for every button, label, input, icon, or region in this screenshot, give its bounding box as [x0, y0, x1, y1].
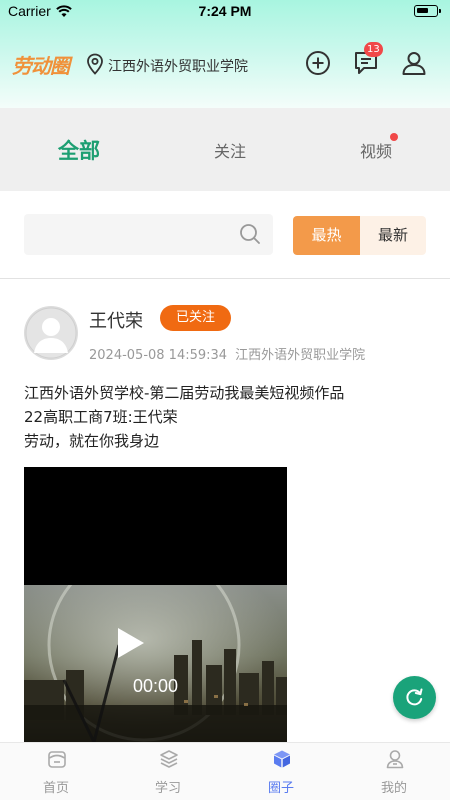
clock: 7:24 PM — [198, 3, 252, 19]
home-icon — [48, 751, 66, 768]
status-bar: Carrier 7:24 PM — [0, 0, 450, 24]
tab-following[interactable]: 关注 — [170, 138, 290, 162]
video-duration: 00:00 — [132, 676, 179, 696]
nav-study[interactable]: 学习 — [112, 743, 224, 800]
avatar[interactable] — [24, 306, 78, 360]
refresh-icon — [406, 688, 423, 706]
post-content-line: 江西外语外贸学校-第二届劳动我最美短视频作品 — [24, 384, 345, 402]
refresh-button[interactable] — [393, 676, 436, 719]
default-avatar-icon — [25, 307, 77, 359]
nav-home-label: 首页 — [42, 781, 69, 796]
section-divider — [0, 278, 450, 279]
layers-icon — [160, 750, 178, 768]
app-screen: Carrier 7:24 PM 劳动圈 江西外语外贸职业学院 13 全部 关注 … — [0, 0, 450, 800]
profile-icon — [386, 750, 404, 769]
nav-mine[interactable]: 我的 — [338, 743, 450, 800]
tab-video-new-dot — [390, 133, 398, 141]
battery-icon — [414, 5, 441, 17]
nav-circle-label: 圈子 — [267, 781, 294, 796]
nav-mine-label: 我的 — [380, 781, 407, 796]
location-pin-icon[interactable] — [86, 53, 104, 75]
post-school: 江西外语外贸职业学院 — [235, 348, 366, 363]
video-player[interactable] — [24, 467, 287, 742]
search-icon[interactable] — [238, 222, 262, 246]
sort-hot-button[interactable]: 最热 — [293, 216, 360, 255]
brand-logo: 劳动圈 — [12, 54, 70, 78]
post-content-line: 劳动，就在你我身边 — [24, 432, 160, 450]
nav-circle[interactable]: 圈子 — [225, 743, 337, 800]
user-icon[interactable] — [401, 50, 427, 76]
follow-status-button[interactable]: 已关注 — [160, 305, 231, 331]
cube-icon — [274, 750, 290, 768]
post-content-line: 22高职工商7班:王代荣 — [24, 408, 178, 426]
post-datetime: 2024-05-08 14:59:34 — [89, 348, 228, 363]
tab-all[interactable]: 全部 — [19, 135, 139, 165]
search-input[interactable] — [24, 214, 273, 255]
location-label[interactable]: 江西外语外贸职业学院 — [108, 56, 248, 76]
sort-latest-button[interactable]: 最新 — [360, 216, 426, 255]
tab-video[interactable]: 视频 — [316, 138, 436, 162]
feed-tabs: 全部 关注 视频 — [0, 108, 450, 191]
nav-home[interactable]: 首页 — [0, 743, 112, 800]
post-meta: 2024-05-08 14:59:34 江西外语外贸职业学院 — [89, 344, 365, 363]
author-name[interactable]: 王代荣 — [89, 307, 143, 333]
message-count-badge: 13 — [364, 42, 383, 57]
bottom-nav: 首页 学习 圈子 我的 — [0, 742, 450, 800]
nav-study-label: 学习 — [154, 781, 181, 796]
play-icon[interactable] — [118, 628, 144, 658]
post-content[interactable]: 江西外语外贸学校-第二届劳动我最美短视频作品 22高职工商7班:王代荣 劳动，就… — [24, 381, 424, 453]
add-circle-icon[interactable] — [305, 50, 331, 76]
video-thumbnail — [24, 585, 287, 742]
